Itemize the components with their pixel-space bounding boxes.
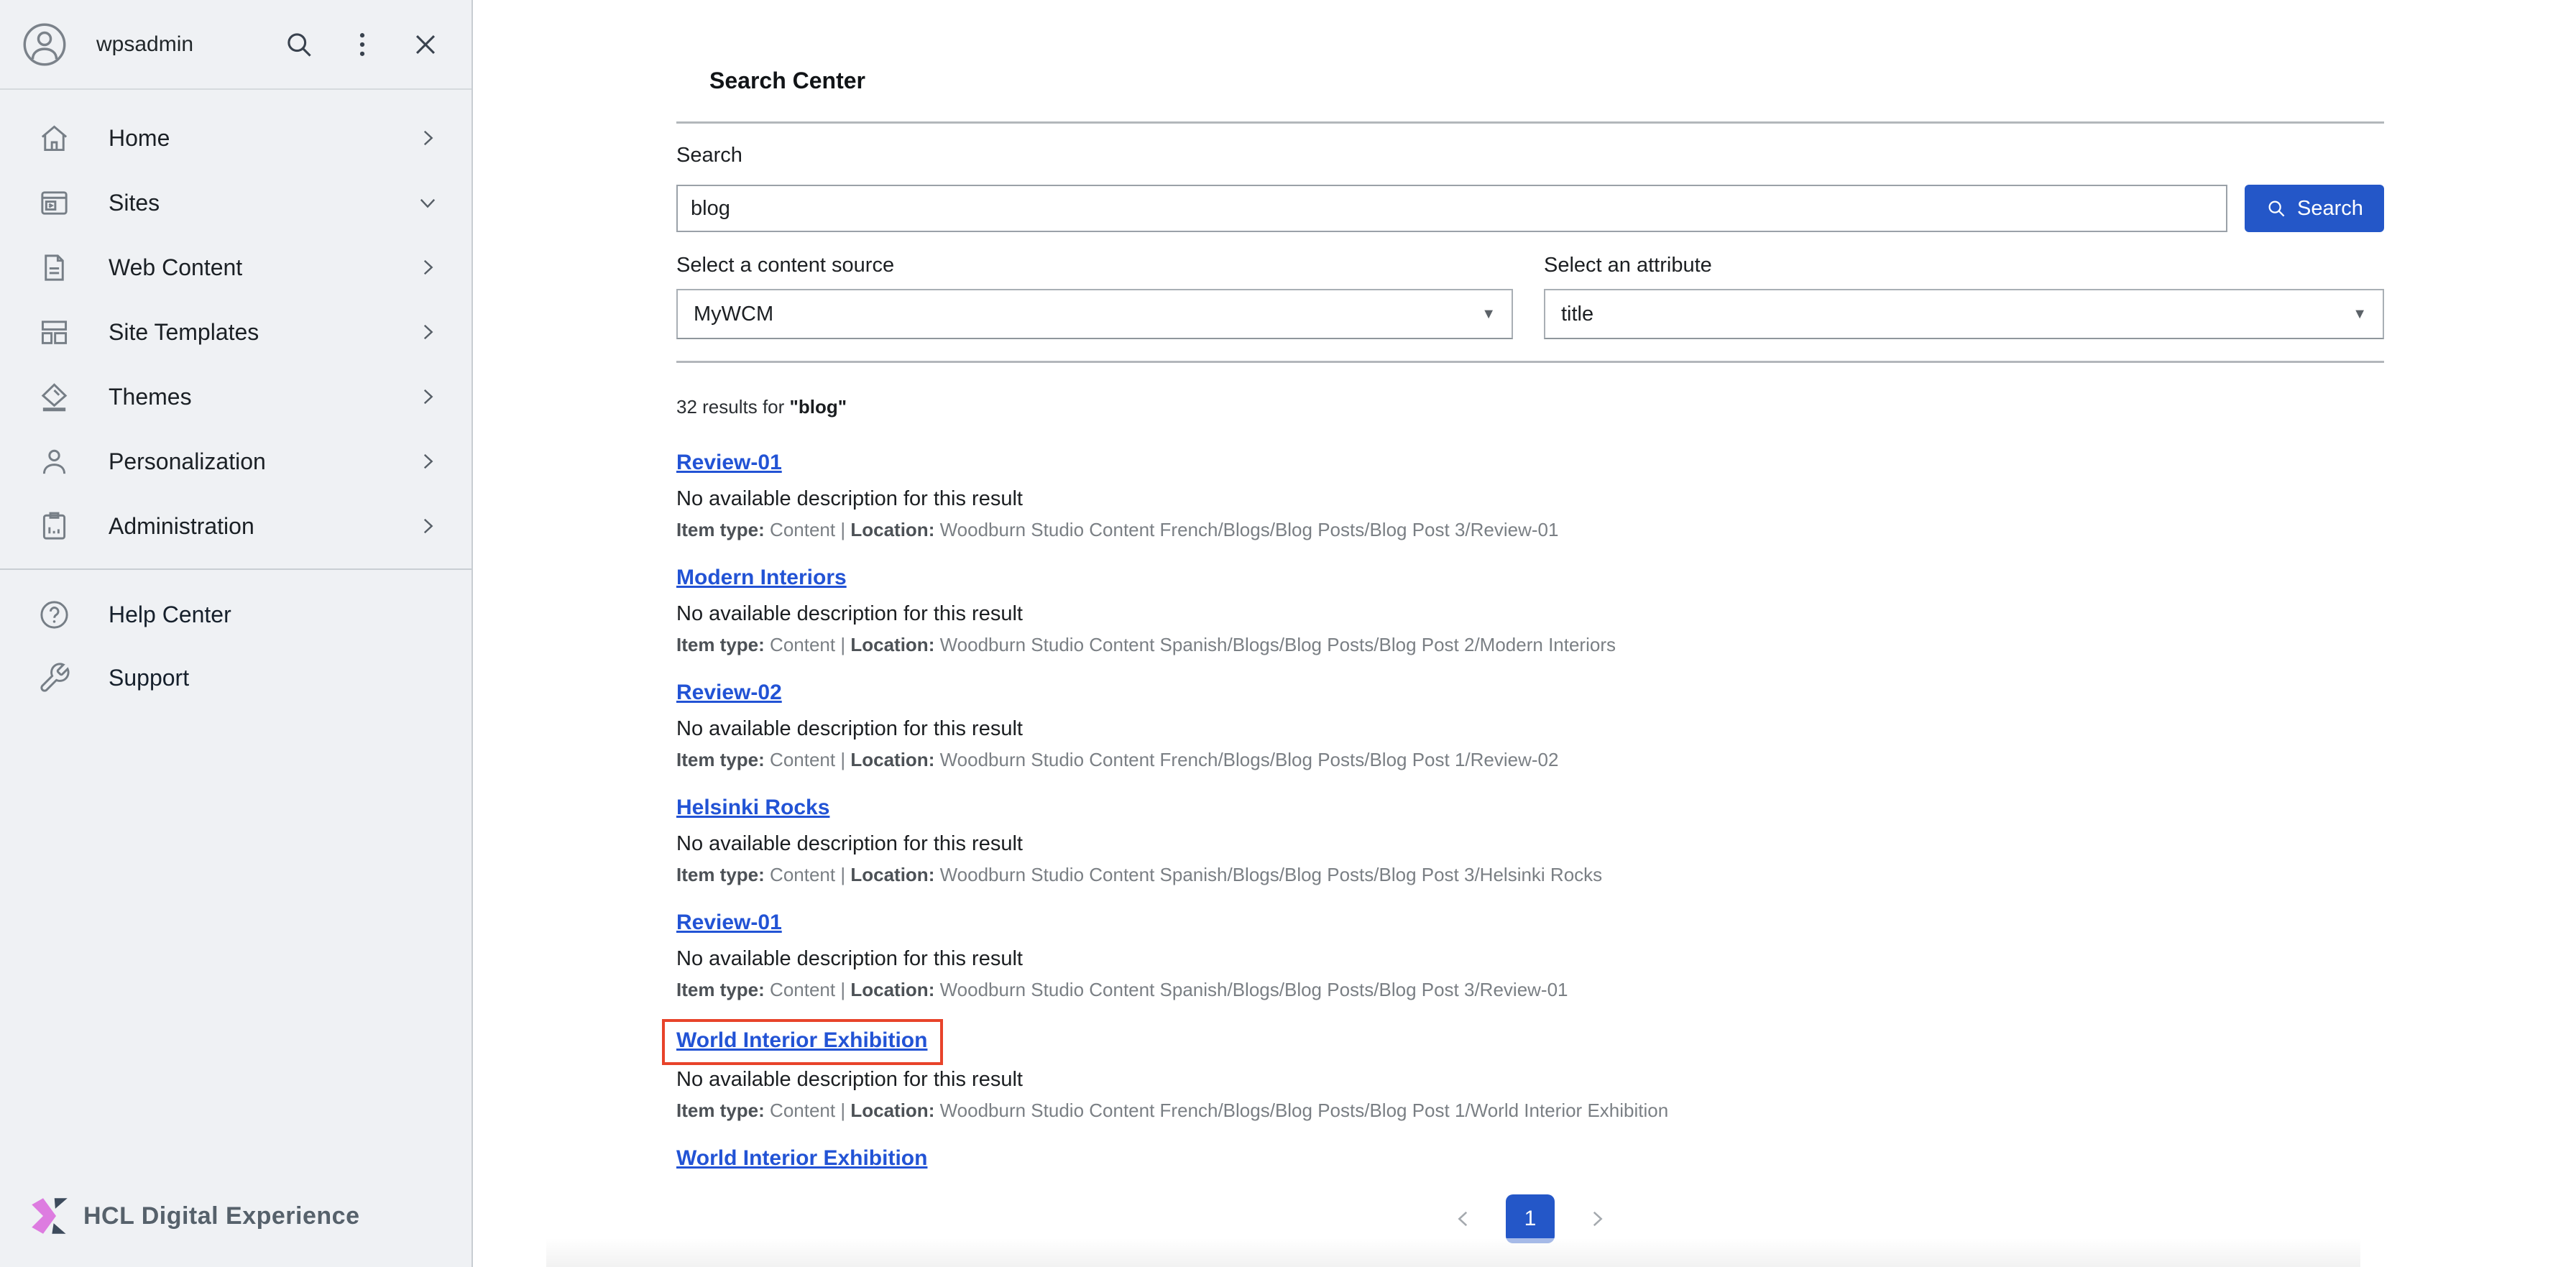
- chevron-right-icon: [415, 320, 440, 344]
- result-link[interactable]: World Interior Exhibition: [676, 1146, 927, 1170]
- search-result-highlighted: World Interior Exhibition No available d…: [676, 1023, 2384, 1123]
- attribute-value: title: [1561, 303, 2352, 326]
- hcl-dx-logo-icon: [30, 1197, 69, 1235]
- magnifier-icon: [2266, 198, 2287, 219]
- brand-name: HCL Digital Experience: [83, 1202, 360, 1230]
- content-source-select[interactable]: MyWCM ▼: [676, 289, 1513, 339]
- result-link[interactable]: Review-01: [676, 911, 782, 934]
- attribute-select[interactable]: title ▼: [1544, 289, 2384, 339]
- sidebar-item-web-content[interactable]: Web Content: [0, 235, 472, 300]
- sidebar-item-support[interactable]: Support: [0, 646, 472, 709]
- sidebar-item-label: Personalization: [109, 448, 415, 475]
- sidebar-nav: Home Sites Web Content Site Templates: [0, 90, 472, 558]
- site-templates-icon: [37, 315, 71, 349]
- chevron-right-icon: [415, 255, 440, 280]
- result-description: No available description for this result: [676, 486, 2384, 512]
- sidebar-header: wpsadmin: [0, 0, 472, 90]
- page-number-current[interactable]: 1: [1506, 1194, 1555, 1243]
- search-result: Review-01 No available description for t…: [676, 908, 2384, 1002]
- sidebar-item-label: Themes: [109, 384, 415, 410]
- sidebar-item-label: Help Center: [109, 602, 231, 628]
- result-link[interactable]: Review-01: [676, 451, 782, 474]
- home-icon: [37, 121, 71, 155]
- chevron-right-icon: [415, 449, 440, 474]
- search-input[interactable]: [676, 185, 2227, 232]
- result-link[interactable]: Helsinki Rocks: [676, 796, 829, 819]
- result-meta: Item type: Content | Location: Woodburn …: [676, 1099, 2384, 1123]
- chevron-right-icon: [415, 126, 440, 150]
- sidebar-item-label: Site Templates: [109, 319, 415, 346]
- result-link[interactable]: Review-02: [676, 681, 782, 704]
- close-icon[interactable]: [410, 29, 441, 60]
- administration-icon: [37, 510, 71, 543]
- search-result: Modern Interiors No available descriptio…: [676, 563, 2384, 657]
- chevron-right-icon: [415, 514, 440, 538]
- search-button-label: Search: [2297, 197, 2363, 221]
- sidebar-item-label: Sites: [109, 190, 415, 216]
- content-source-value: MyWCM: [694, 303, 1481, 326]
- page-title: Search Center: [709, 68, 2384, 94]
- result-meta: Item type: Content | Location: Woodburn …: [676, 633, 2384, 657]
- pagination: 1: [676, 1194, 2384, 1243]
- search-label: Search: [676, 144, 2384, 167]
- page-prev-icon[interactable]: [1451, 1207, 1476, 1231]
- support-wrench-icon: [37, 661, 71, 695]
- title-divider: [676, 121, 2384, 124]
- sidebar-item-sites[interactable]: Sites: [0, 170, 472, 235]
- result-description: No available description for this result: [676, 1066, 2384, 1092]
- sidebar-item-label: Support: [109, 665, 189, 691]
- result-link[interactable]: Modern Interiors: [676, 566, 847, 589]
- sidebar: wpsadmin Home Sites: [0, 0, 473, 1267]
- result-link[interactable]: World Interior Exhibition: [676, 1028, 927, 1052]
- sidebar-item-label: Administration: [109, 513, 415, 540]
- search-icon[interactable]: [283, 29, 315, 60]
- chevron-down-icon: [415, 190, 440, 215]
- search-result: World Interior Exhibition: [676, 1144, 2384, 1173]
- content-source-label: Select a content source: [676, 254, 1513, 277]
- web-content-icon: [37, 251, 71, 285]
- help-icon: [37, 598, 71, 632]
- result-meta: Item type: Content | Location: Woodburn …: [676, 863, 2384, 887]
- sidebar-item-themes[interactable]: Themes: [0, 364, 472, 429]
- overflow-menu-icon[interactable]: [346, 29, 378, 60]
- personalization-icon: [37, 445, 71, 479]
- sidebar-item-label: Home: [109, 125, 415, 152]
- search-button[interactable]: Search: [2245, 185, 2384, 232]
- result-description: No available description for this result: [676, 946, 2384, 972]
- results-query: "blog": [790, 396, 847, 418]
- annotation-red-box: World Interior Exhibition: [662, 1019, 943, 1065]
- username: wpsadmin: [96, 32, 283, 57]
- results-count: 32 results for "blog": [676, 396, 2384, 418]
- attribute-label: Select an attribute: [1544, 254, 2384, 277]
- sites-icon: [37, 186, 71, 220]
- result-description: No available description for this result: [676, 601, 2384, 627]
- sidebar-secondary: Help Center Support: [0, 570, 472, 1197]
- user-avatar-icon: [22, 22, 68, 68]
- sidebar-item-home[interactable]: Home: [0, 106, 472, 170]
- result-description: No available description for this result: [676, 831, 2384, 857]
- result-meta: Item type: Content | Location: Woodburn …: [676, 518, 2384, 542]
- sidebar-footer: HCL Digital Experience: [0, 1197, 472, 1267]
- sidebar-item-administration[interactable]: Administration: [0, 494, 472, 558]
- dropdown-arrow-icon: ▼: [2352, 306, 2367, 323]
- search-result: Review-01 No available description for t…: [676, 448, 2384, 542]
- result-description: No available description for this result: [676, 716, 2384, 742]
- dropdown-arrow-icon: ▼: [1481, 306, 1496, 323]
- main-area: Search Center Search Search Select a con…: [474, 0, 2576, 1267]
- results-divider: [676, 361, 2384, 363]
- result-meta: Item type: Content | Location: Woodburn …: [676, 748, 2384, 772]
- search-result: Helsinki Rocks No available description …: [676, 793, 2384, 887]
- sidebar-item-label: Web Content: [109, 254, 415, 281]
- sidebar-item-personalization[interactable]: Personalization: [0, 429, 472, 494]
- results-list: Review-01 No available description for t…: [676, 448, 2384, 1173]
- result-meta: Item type: Content | Location: Woodburn …: [676, 978, 2384, 1002]
- page-next-icon[interactable]: [1585, 1207, 1609, 1231]
- search-result: Review-02 No available description for t…: [676, 678, 2384, 772]
- sidebar-item-help-center[interactable]: Help Center: [0, 583, 472, 646]
- sidebar-item-site-templates[interactable]: Site Templates: [0, 300, 472, 364]
- chevron-right-icon: [415, 384, 440, 409]
- themes-icon: [37, 380, 71, 414]
